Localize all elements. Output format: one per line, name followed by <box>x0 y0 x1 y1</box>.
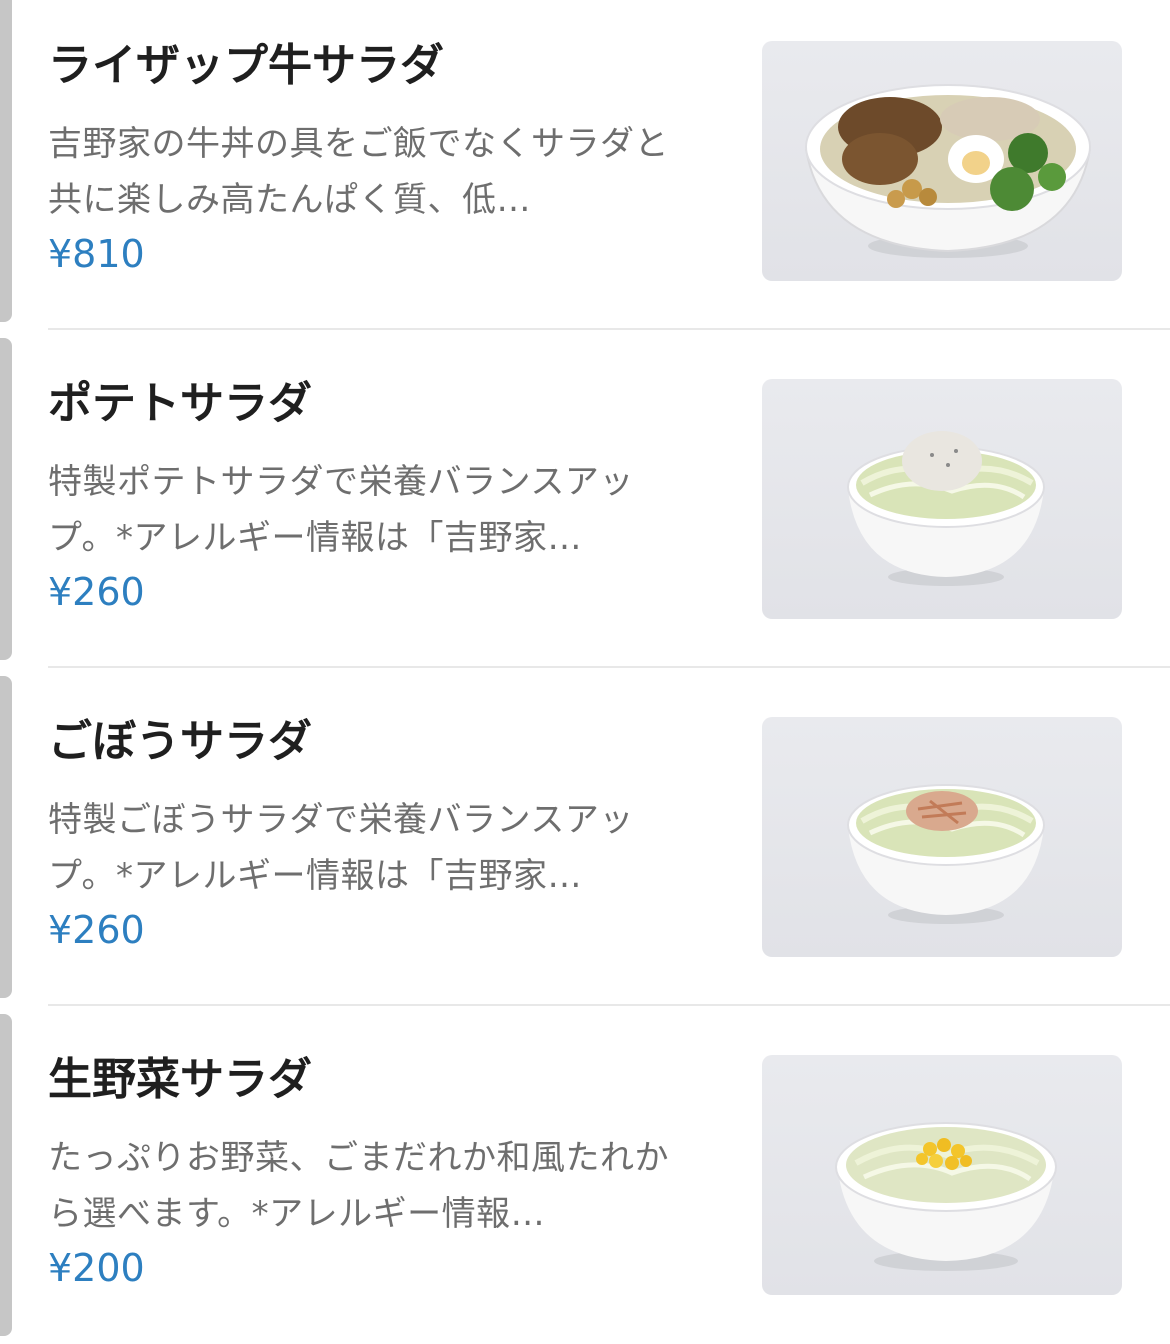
card-edge <box>0 1014 12 1336</box>
menu-item-list: ライザップ牛サラダ 吉野家の牛丼の具をご飯でなくサラダと共に楽しみ高たんぱく質、… <box>0 0 1170 1336</box>
menu-item-title: ポテトサラダ <box>48 378 312 429</box>
card-edge <box>0 338 12 660</box>
card-edge <box>0 0 12 322</box>
menu-item[interactable]: ポテトサラダ 特製ポテトサラダで栄養バランスアップ。*アレルギー情報は「吉野家…… <box>0 330 1170 668</box>
menu-item-price: ¥260 <box>48 908 145 952</box>
potato-salad-bowl-photo[interactable] <box>762 379 1122 619</box>
menu-item-price: ¥260 <box>48 570 145 614</box>
menu-item[interactable]: 生野菜サラダ たっぷりお野菜、ごまだれか和風たれから選べます。*アレルギー情報…… <box>0 1006 1170 1344</box>
menu-item-title: ライザップ牛サラダ <box>48 40 444 91</box>
menu-item-price: ¥200 <box>48 1246 145 1290</box>
burdock-salad-bowl-photo[interactable] <box>762 717 1122 957</box>
menu-item-title: ごぼうサラダ <box>48 716 312 767</box>
fresh-vegetable-salad-bowl-photo[interactable] <box>762 1055 1122 1295</box>
menu-item[interactable]: ライザップ牛サラダ 吉野家の牛丼の具をご飯でなくサラダと共に楽しみ高たんぱく質、… <box>0 0 1170 330</box>
menu-item-title: 生野菜サラダ <box>48 1054 312 1105</box>
menu-item-price: ¥810 <box>48 232 145 276</box>
menu-item-description: たっぷりお野菜、ごまだれか和風たれから選べます。*アレルギー情報… <box>48 1138 669 1234</box>
menu-item-description: 特製ポテトサラダで栄養バランスアップ。*アレルギー情報は「吉野家… <box>48 462 634 558</box>
card-edge <box>0 676 12 998</box>
menu-item-description: 吉野家の牛丼の具をご飯でなくサラダと共に楽しみ高たんぱく質、低… <box>48 124 669 220</box>
menu-item[interactable]: ごぼうサラダ 特製ごぼうサラダで栄養バランスアップ。*アレルギー情報は「吉野家…… <box>0 668 1170 1006</box>
menu-item-description: 特製ごぼうサラダで栄養バランスアップ。*アレルギー情報は「吉野家… <box>48 800 634 896</box>
beef-salad-bowl-photo[interactable] <box>762 41 1122 281</box>
